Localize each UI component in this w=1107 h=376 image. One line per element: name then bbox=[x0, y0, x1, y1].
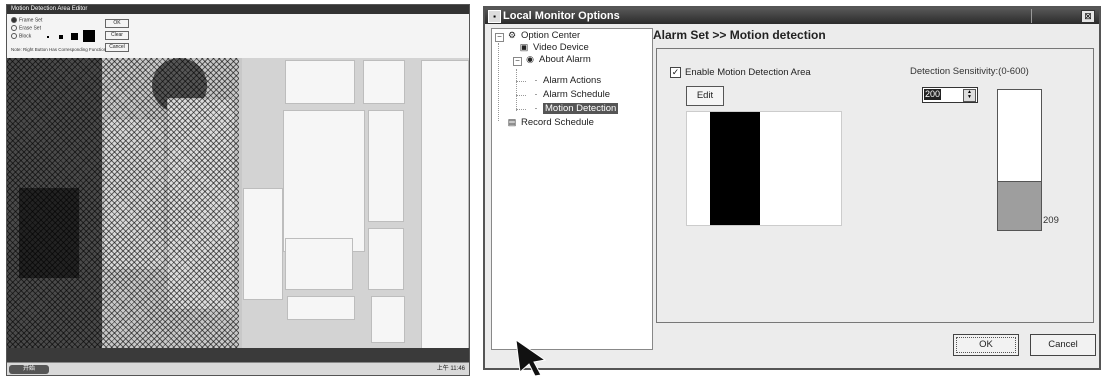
camera-preview[interactable] bbox=[7, 58, 469, 362]
scene-floor-strip bbox=[7, 348, 469, 362]
detection-area-block bbox=[710, 112, 760, 225]
motion-detection-panel: ✓ Enable Motion Detection Area Edit Detec… bbox=[656, 48, 1094, 323]
tree-item-video-device[interactable]: ▣ Video Device bbox=[518, 42, 589, 54]
wall-notice bbox=[283, 110, 365, 252]
local-monitor-options-dialog: ▪ Local Monitor Options ⊠ − ⚙ Option Cent… bbox=[483, 6, 1101, 370]
editor-toolbar: Frame Set Erase Set Block OK Clear Cance… bbox=[7, 14, 469, 59]
collapse-icon[interactable]: − bbox=[495, 33, 504, 42]
gauge-value: 209 bbox=[1043, 215, 1059, 226]
dialog-title: Local Monitor Options bbox=[503, 10, 620, 22]
taskbar: 开始 上午 11:46 bbox=[7, 362, 469, 375]
tree-line bbox=[516, 69, 517, 111]
camera-icon: ▣ bbox=[519, 42, 529, 53]
wall-notice bbox=[285, 238, 353, 290]
record-icon: ▤ bbox=[507, 117, 517, 128]
ok-button[interactable]: OK bbox=[953, 334, 1019, 356]
wall-notice bbox=[421, 60, 469, 352]
wall-notice bbox=[368, 110, 404, 222]
mouse-pointer-icon bbox=[515, 339, 547, 376]
edit-button[interactable]: Edit bbox=[686, 86, 724, 106]
wall-notice bbox=[371, 296, 405, 343]
sensitivity-spinner[interactable]: 200 ▲ ▼ bbox=[922, 87, 978, 103]
tree-item-alarm-schedule[interactable]: · Alarm Schedule bbox=[532, 89, 611, 101]
wall-notice bbox=[368, 228, 404, 290]
alarm-icon: ◉ bbox=[526, 54, 534, 65]
sensitivity-value[interactable]: 200 bbox=[924, 89, 942, 100]
editor-ok-button[interactable]: OK bbox=[105, 19, 129, 28]
close-icon[interactable]: ⊠ bbox=[1081, 10, 1095, 23]
options-tree: − ⚙ Option Center ▣ Video Device − ◉ About … bbox=[491, 28, 653, 350]
wall-notice bbox=[287, 296, 355, 320]
editor-cancel-button[interactable]: Cancel bbox=[105, 43, 129, 52]
wall-notice bbox=[363, 60, 405, 104]
detection-area-preview bbox=[686, 111, 842, 226]
block-size-large[interactable] bbox=[83, 30, 95, 42]
motion-detection-grid[interactable] bbox=[7, 58, 239, 362]
erase-set-option[interactable]: Erase Set bbox=[11, 25, 41, 31]
bullet-icon: · bbox=[534, 103, 538, 114]
wall-notice bbox=[243, 188, 283, 300]
radio-icon bbox=[11, 25, 17, 31]
enable-motion-checkbox[interactable]: ✓ Enable Motion Detection Area bbox=[670, 67, 811, 78]
radio-icon bbox=[11, 17, 17, 23]
block-size-tiny[interactable] bbox=[47, 36, 49, 38]
block-size-medium[interactable] bbox=[71, 33, 78, 40]
wall-notice bbox=[285, 60, 355, 104]
tree-item-motion-detection[interactable]: · Motion Detection bbox=[532, 103, 619, 115]
tree-item-record-schedule[interactable]: ▤ Record Schedule bbox=[506, 117, 594, 129]
radio-icon bbox=[11, 33, 17, 39]
app-icon: ▪ bbox=[488, 10, 501, 23]
checkbox-checked-icon: ✓ bbox=[670, 67, 681, 78]
spinner-arrows-icon[interactable]: ▲ ▼ bbox=[963, 89, 976, 102]
page-header: Alarm Set >> Motion detection bbox=[653, 28, 826, 42]
editor-note: Note: Right Button Has Corresponding Fun… bbox=[11, 47, 107, 52]
frame-set-option[interactable]: Frame Set bbox=[11, 17, 42, 23]
tree-line bbox=[498, 43, 499, 121]
block-size-small[interactable] bbox=[59, 35, 63, 39]
editor-clear-button[interactable]: Clear bbox=[105, 31, 129, 40]
cancel-button[interactable]: Cancel bbox=[1030, 334, 1096, 356]
system-tray-clock: 上午 11:46 bbox=[436, 366, 465, 372]
tree-item-about-alarm[interactable]: ◉ About Alarm bbox=[524, 54, 591, 66]
motion-level-gauge bbox=[997, 89, 1042, 231]
collapse-icon[interactable]: − bbox=[513, 57, 522, 66]
start-button[interactable]: 开始 bbox=[9, 365, 49, 374]
tree-item-option-center[interactable]: ⚙ Option Center bbox=[506, 30, 580, 42]
dialog-title-bar: ▪ Local Monitor Options ⊠ bbox=[485, 8, 1099, 24]
editor-title-bar: Motion Detection Area Editor bbox=[7, 5, 469, 14]
bullet-icon: · bbox=[534, 75, 538, 86]
tree-line bbox=[516, 81, 526, 82]
tree-line bbox=[516, 109, 526, 110]
bullet-icon: · bbox=[534, 89, 538, 100]
gauge-fill bbox=[998, 181, 1041, 230]
title-divider bbox=[1031, 9, 1032, 23]
settings-icon: ⚙ bbox=[507, 30, 517, 41]
block-option[interactable]: Block bbox=[11, 33, 31, 39]
tree-item-alarm-actions[interactable]: · Alarm Actions bbox=[532, 75, 602, 87]
tree-line bbox=[516, 95, 526, 96]
sensitivity-label: Detection Sensitivity:(0-600) bbox=[910, 66, 1029, 77]
motion-area-editor-window: Motion Detection Area Editor Frame Set E… bbox=[6, 4, 470, 376]
